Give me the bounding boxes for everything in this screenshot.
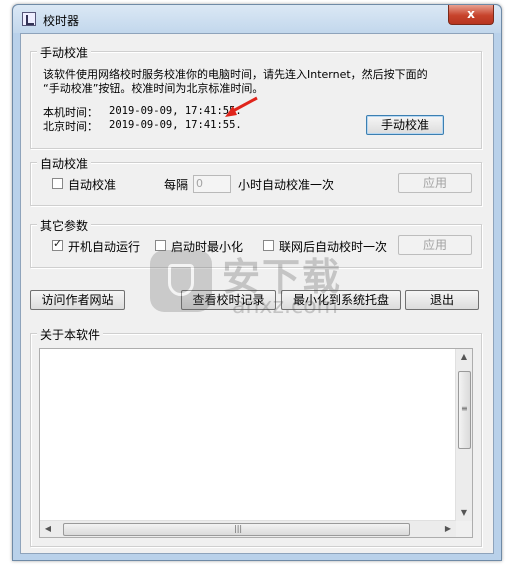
- beijing-time-label: 北京时间：: [43, 120, 98, 133]
- about-textarea[interactable]: ▲ ≡ ▼ ◀ ||| ▶: [39, 348, 473, 538]
- manual-sync-group: 手动校准 该软件使用网络校时服务校准你的电脑时间，请先连入Internet，然后…: [30, 44, 482, 149]
- interval-hours-input[interactable]: 0: [193, 175, 231, 193]
- title-bar[interactable]: 校时器 x: [13, 5, 501, 33]
- horizontal-scroll-thumb[interactable]: |||: [63, 523, 410, 536]
- interval-suffix-label: 小时自动校准一次: [238, 178, 335, 192]
- auto-apply-button[interactable]: 应用: [398, 173, 472, 193]
- close-button[interactable]: x: [448, 5, 494, 25]
- annotation-arrow-icon: [225, 96, 258, 117]
- scroll-right-arrow-icon[interactable]: ▶: [440, 521, 456, 537]
- app-window: 校时器 x 手动校准 该软件使用网络校时服务校准你的电脑时间，请先连入Inter…: [12, 4, 502, 561]
- about-legend: 关于本软件: [37, 326, 104, 343]
- auto-sync-checkbox-label: 自动校准: [68, 178, 117, 192]
- about-group: 关于本软件 ▲ ≡ ▼ ◀ ||| ▶: [30, 326, 482, 547]
- other-apply-button[interactable]: 应用: [398, 235, 472, 255]
- network-sync-label: 联网后自动校时一次: [279, 240, 388, 254]
- auto-sync-group: 自动校准 自动校准 每隔 0 小时自动校准一次 应用: [30, 155, 482, 206]
- view-sync-log-button[interactable]: 查看校时记录: [181, 290, 276, 310]
- manual-sync-button[interactable]: 手动校准: [366, 115, 444, 135]
- manual-sync-legend: 手动校准: [37, 44, 92, 61]
- clock-app-icon: [22, 12, 36, 26]
- vertical-scroll-thumb[interactable]: ≡: [458, 371, 471, 449]
- exit-button[interactable]: 退出: [405, 290, 479, 310]
- interval-prefix-label: 每隔: [164, 178, 189, 192]
- minimize-to-tray-button[interactable]: 最小化到系统托盘: [281, 290, 401, 310]
- startup-checkbox[interactable]: [52, 237, 63, 251]
- auto-sync-checkbox[interactable]: [52, 178, 63, 189]
- auto-sync-legend: 自动校准: [37, 155, 92, 172]
- minimize-on-start-checkbox[interactable]: [155, 240, 166, 251]
- manual-description-line2: “手动校准”按钮。校准时间为北京标准时间。: [43, 82, 264, 95]
- vertical-scrollbar[interactable]: ▲ ≡ ▼: [455, 349, 472, 521]
- minimize-on-start-label: 启动时最小化: [171, 240, 244, 254]
- window-client-area: 手动校准 该软件使用网络校时服务校准你的电脑时间，请先连入Internet，然后…: [20, 33, 494, 554]
- scroll-left-arrow-icon[interactable]: ◀: [40, 521, 56, 537]
- other-params-legend: 其它参数: [37, 217, 92, 234]
- visit-author-site-button[interactable]: 访问作者网站: [30, 290, 125, 310]
- scroll-down-arrow-icon[interactable]: ▼: [456, 505, 472, 521]
- horizontal-scrollbar[interactable]: ◀ ||| ▶: [40, 520, 456, 537]
- startup-checkbox-label: 开机自动运行: [68, 240, 141, 254]
- scrollbar-corner: [456, 521, 472, 537]
- window-title: 校时器: [43, 14, 80, 28]
- network-sync-checkbox[interactable]: [263, 240, 274, 251]
- other-params-group: 其它参数 开机自动运行 启动时最小化 联网后自动校时一次 应用: [30, 217, 482, 268]
- scroll-up-arrow-icon[interactable]: ▲: [456, 349, 472, 365]
